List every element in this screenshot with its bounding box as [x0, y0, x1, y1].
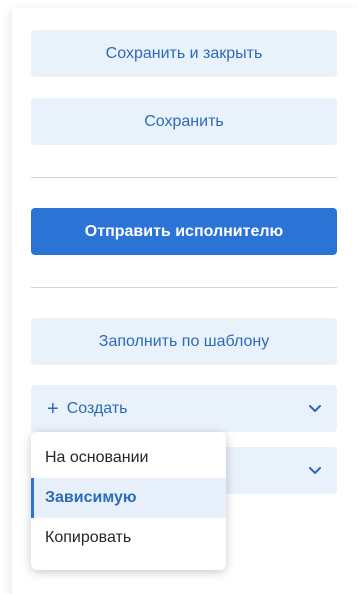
save-button[interactable]: Сохранить [31, 98, 337, 145]
divider [31, 287, 337, 288]
create-dropdown-menu: На основании Зависимую Копировать [31, 432, 226, 570]
chevron-down-icon [309, 404, 321, 412]
create-dropdown[interactable]: + Создать [31, 385, 337, 432]
plus-icon: + [47, 397, 59, 420]
fill-by-template-button[interactable]: Заполнить по шаблону [31, 318, 337, 365]
menu-item-dependent[interactable]: Зависимую [31, 478, 226, 518]
menu-item-copy[interactable]: Копировать [31, 518, 226, 558]
send-to-executor-button[interactable]: Отправить исполнителю [31, 208, 337, 255]
chevron-down-icon [309, 466, 321, 474]
create-dropdown-label: Создать [66, 399, 128, 417]
divider [31, 177, 337, 178]
save-and-close-button[interactable]: Сохранить и закрыть [31, 30, 337, 77]
menu-item-based-on[interactable]: На основании [31, 438, 226, 478]
